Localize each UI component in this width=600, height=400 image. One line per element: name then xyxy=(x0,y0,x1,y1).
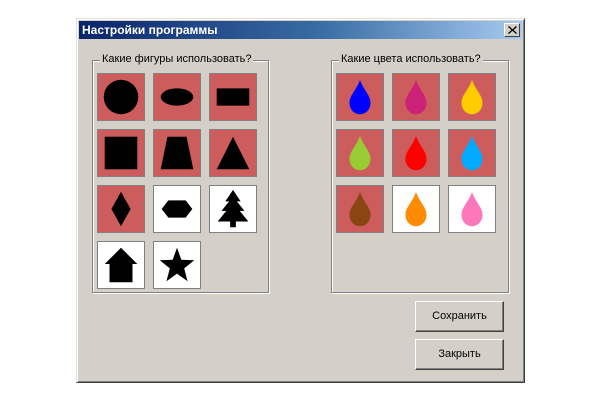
shape-tile[interactable] xyxy=(97,241,145,289)
shapes-group: Какие фигуры использовать? xyxy=(92,53,269,293)
color-tile[interactable] xyxy=(392,73,440,121)
color-tile[interactable] xyxy=(336,129,384,177)
shape-tile[interactable] xyxy=(97,73,145,121)
colors-group-label: Какие цвета использовать? xyxy=(339,53,483,65)
circle-icon xyxy=(103,79,139,115)
diamond-icon xyxy=(111,191,131,227)
shape-tile[interactable] xyxy=(97,185,145,233)
color-tile[interactable] xyxy=(392,129,440,177)
color-tile[interactable] xyxy=(448,185,496,233)
triangle-icon xyxy=(216,136,250,170)
shape-tile[interactable] xyxy=(153,73,201,121)
house-icon xyxy=(104,247,138,283)
color-tile[interactable] xyxy=(448,73,496,121)
drop-icon xyxy=(461,79,483,115)
color-tile[interactable] xyxy=(336,73,384,121)
title-bar[interactable]: Настройки программы xyxy=(79,21,522,39)
close-icon xyxy=(508,26,517,34)
colors-group: Какие цвета использовать? xyxy=(331,53,509,293)
save-button[interactable]: Сохранить xyxy=(415,301,504,332)
window-close-button[interactable] xyxy=(504,23,520,37)
rectangle-icon xyxy=(216,88,250,106)
trapezoid-icon xyxy=(160,136,194,170)
shape-tile[interactable] xyxy=(153,129,201,177)
ellipse-icon xyxy=(160,88,194,106)
drop-icon xyxy=(405,191,427,227)
shapes-group-label: Какие фигуры использовать? xyxy=(100,53,254,65)
drop-icon xyxy=(349,79,371,115)
shape-tile[interactable] xyxy=(97,129,145,177)
fir-tree-icon xyxy=(217,189,249,228)
color-tile[interactable] xyxy=(392,185,440,233)
shape-tile[interactable] xyxy=(209,73,257,121)
drop-icon xyxy=(349,191,371,227)
shape-tile[interactable] xyxy=(209,185,257,233)
hexagon-icon xyxy=(161,200,193,218)
drop-icon xyxy=(405,79,427,115)
settings-window: Настройки программы Какие фигуры использ… xyxy=(76,18,525,383)
star-icon xyxy=(159,247,195,282)
close-button[interactable]: Закрыть xyxy=(415,339,504,370)
shape-tile[interactable] xyxy=(209,129,257,177)
drop-icon xyxy=(405,135,427,171)
color-tile[interactable] xyxy=(448,129,496,177)
shape-tile[interactable] xyxy=(153,185,201,233)
drop-icon xyxy=(349,135,371,171)
drop-icon xyxy=(461,135,483,171)
color-tile[interactable] xyxy=(336,185,384,233)
window-title: Настройки программы xyxy=(82,23,218,37)
drop-icon xyxy=(461,191,483,227)
square-icon xyxy=(104,136,138,170)
shape-tile[interactable] xyxy=(153,241,201,289)
